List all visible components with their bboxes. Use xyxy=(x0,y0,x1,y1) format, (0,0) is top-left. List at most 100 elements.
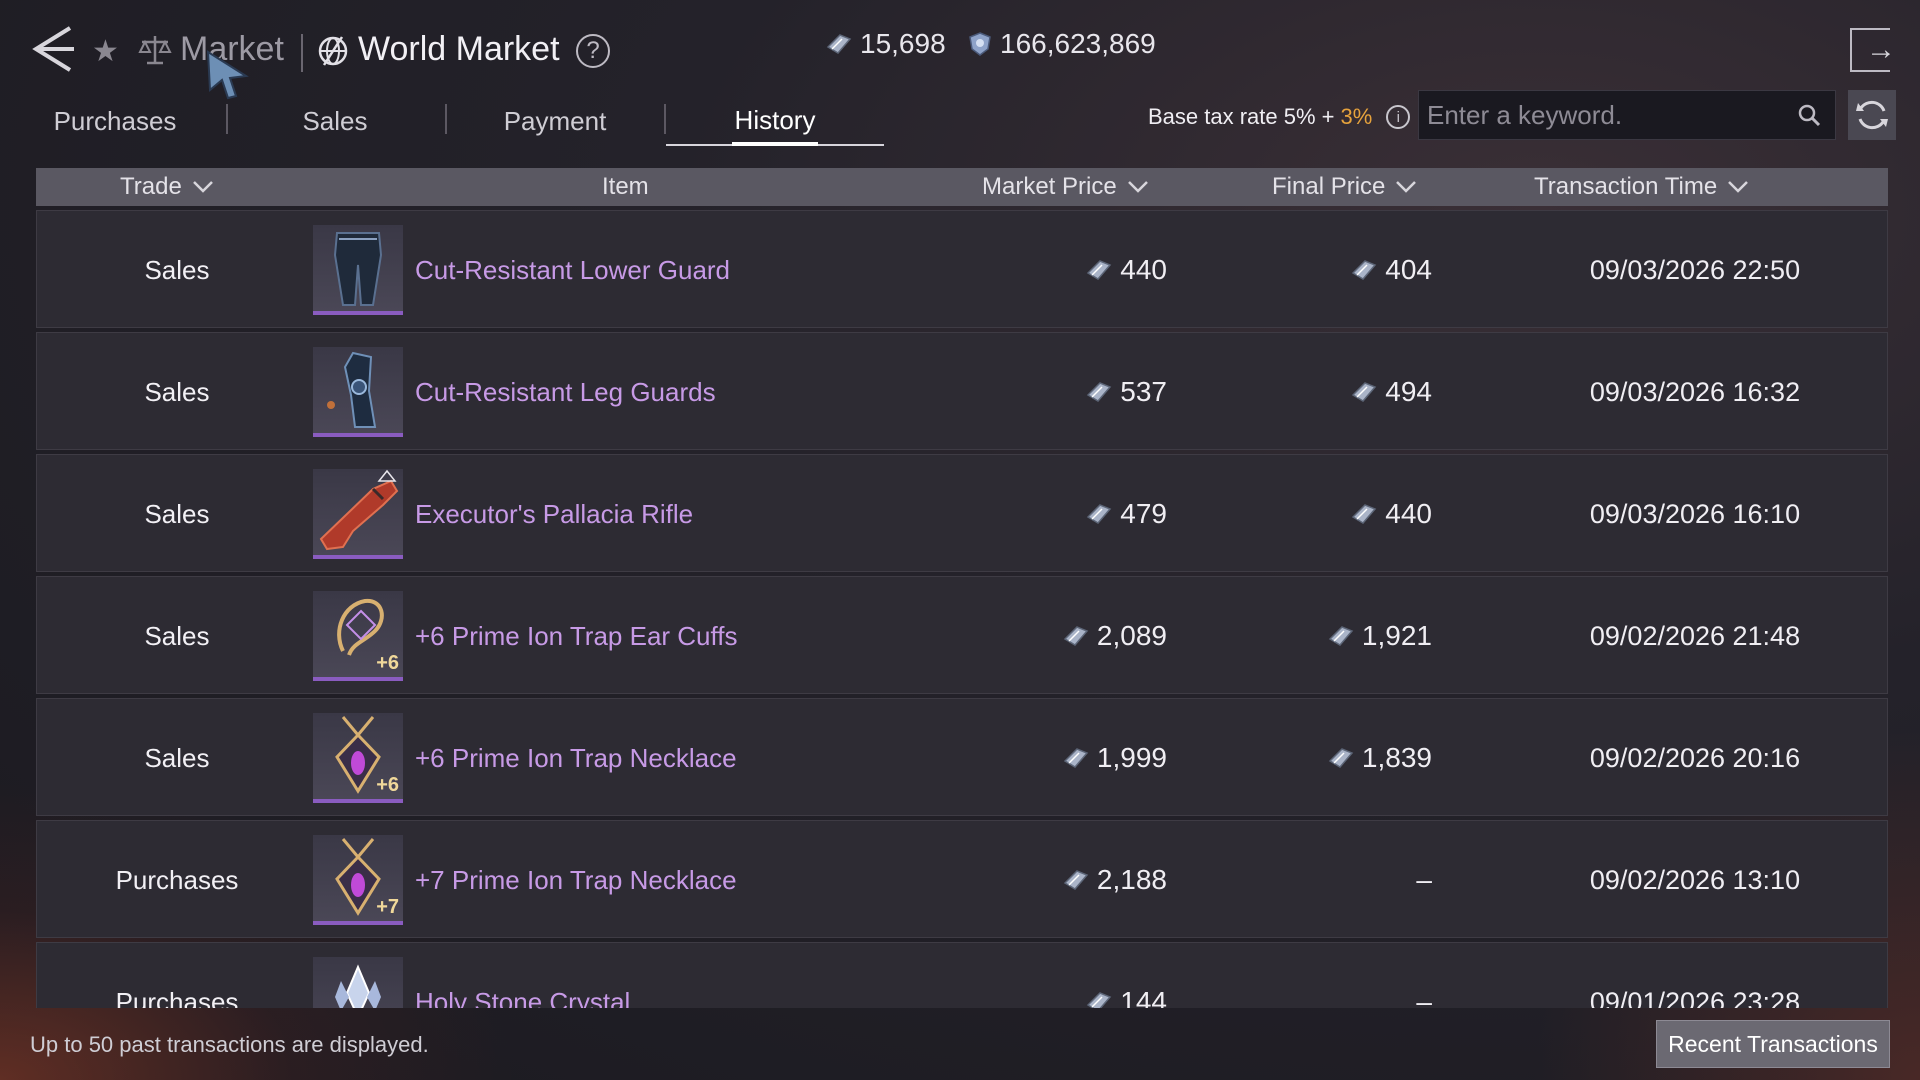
column-final-price-label: Final Price xyxy=(1272,173,1386,200)
market-price-value: 2,188 xyxy=(1096,864,1167,895)
market-price-value: 440 xyxy=(1120,254,1167,285)
favorite-star-icon[interactable]: ★ xyxy=(92,34,119,69)
silver-gem-icon xyxy=(1087,992,1112,1008)
item-name[interactable]: Executor's Pallacia Rifle xyxy=(415,455,693,573)
item-thumbnail xyxy=(313,347,403,437)
final-price-value: – xyxy=(1416,864,1432,895)
final-price: 1,921 xyxy=(1328,577,1432,695)
top-bar: ★ Market World Market ? 15,698 166,623,8… xyxy=(0,0,1920,100)
help-icon[interactable]: ? xyxy=(576,34,610,68)
final-price: – xyxy=(1416,943,1432,1008)
item-name[interactable]: Cut-Resistant Leg Guards xyxy=(415,333,716,451)
back-button[interactable] xyxy=(28,24,78,74)
final-price-value: 494 xyxy=(1385,376,1432,407)
market-price-value: 1,999 xyxy=(1096,742,1167,773)
column-final-price[interactable]: Final Price xyxy=(1272,168,1417,206)
search-icon[interactable] xyxy=(1797,103,1821,127)
table-row[interactable]: Sales +6 +6 Prime Ion Trap Necklace 1,99… xyxy=(36,698,1888,816)
final-price-value: 1,839 xyxy=(1361,742,1432,773)
silver-gem-icon xyxy=(1352,504,1377,524)
final-price: 440 xyxy=(1351,455,1432,573)
transaction-time: 09/02/2026 20:16 xyxy=(1589,742,1801,773)
final-price-value: 404 xyxy=(1385,254,1432,285)
column-item: Item xyxy=(602,168,649,206)
trade-type: Sales xyxy=(144,376,210,407)
trade-type: Purchases xyxy=(115,864,239,895)
item-name[interactable]: Holy Stone Crystal xyxy=(415,943,630,1009)
item-name[interactable]: +6 Prime Ion Trap Necklace xyxy=(415,699,737,817)
shield-coin-icon xyxy=(969,32,991,56)
history-table: Trade Item Market Price Final Price Tran… xyxy=(36,168,1888,1008)
recent-transactions-button[interactable]: Recent Transactions xyxy=(1656,1020,1890,1068)
rifle-icon xyxy=(319,469,399,551)
silver-gem-icon xyxy=(1063,870,1089,890)
crystal-icon xyxy=(335,964,381,1008)
item-name[interactable]: +6 Prime Ion Trap Ear Cuffs xyxy=(415,577,738,695)
trade-type: Sales xyxy=(144,620,210,651)
exit-button[interactable]: → xyxy=(1850,28,1896,72)
column-trade-label: Trade xyxy=(120,173,182,200)
silver-currency: 15,698 xyxy=(826,28,946,60)
final-price: 404 xyxy=(1351,211,1432,329)
column-item-label: Item xyxy=(602,173,649,200)
silver-amount: 15,698 xyxy=(860,28,946,59)
header-divider xyxy=(301,34,303,72)
tax-base-label: Base tax rate 5% + xyxy=(1148,104,1335,129)
silver-gem-icon xyxy=(826,34,852,54)
transaction-time: 09/03/2026 16:10 xyxy=(1589,498,1801,529)
world-globe-icon xyxy=(316,34,350,73)
tab-purchases[interactable]: Purchases xyxy=(20,96,210,146)
sort-chevron-icon xyxy=(1127,181,1148,193)
silver-gem-icon xyxy=(1063,626,1089,646)
final-price: 1,839 xyxy=(1328,699,1432,817)
info-icon[interactable]: i xyxy=(1386,105,1411,129)
tab-separator xyxy=(226,104,228,134)
silver-gem-icon xyxy=(1063,748,1089,768)
item-name[interactable]: +7 Prime Ion Trap Necklace xyxy=(415,821,737,939)
market-price: 144 xyxy=(1086,943,1167,1008)
market-price: 2,188 xyxy=(1063,821,1167,939)
item-thumbnail xyxy=(313,225,403,315)
tab-payment[interactable]: Payment xyxy=(460,96,650,146)
table-row[interactable]: Sales Cut-Resistant Leg Guards 537 494 0… xyxy=(36,332,1888,450)
item-name[interactable]: Cut-Resistant Lower Guard xyxy=(415,211,730,329)
final-price-value: 440 xyxy=(1385,498,1432,529)
column-transaction-time[interactable]: Transaction Time xyxy=(1534,168,1749,206)
tab-bar: Purchases Sales Payment History xyxy=(0,96,900,148)
table-row[interactable]: Purchases Holy Stone Crystal 144 – 09/01… xyxy=(36,942,1888,1008)
silver-gem-icon xyxy=(1087,504,1112,524)
silver-gem-icon xyxy=(1352,382,1377,402)
table-row[interactable]: Purchases +7 +7 Prime Ion Trap Necklace … xyxy=(36,820,1888,938)
tab-sales[interactable]: Sales xyxy=(240,96,430,146)
silver-gem-icon xyxy=(1328,626,1354,646)
table-row[interactable]: Sales +6 +6 Prime Ion Trap Ear Cuffs 2,0… xyxy=(36,576,1888,694)
scale-icon xyxy=(138,34,172,71)
table-row[interactable]: Sales Executor's Pallacia Rifle 479 440 … xyxy=(36,454,1888,572)
sort-chevron-icon xyxy=(192,181,213,193)
table-body: Sales Cut-Resistant Lower Guard 440 404 … xyxy=(36,210,1888,1008)
sort-chevron-icon xyxy=(1396,181,1417,193)
refresh-icon xyxy=(1856,100,1888,130)
table-row[interactable]: Sales Cut-Resistant Lower Guard 440 404 … xyxy=(36,210,1888,328)
trade-type: Sales xyxy=(144,254,210,285)
footer-note: Up to 50 past transactions are displayed… xyxy=(30,1032,429,1057)
search-input[interactable] xyxy=(1427,99,1777,131)
market-price-value: 479 xyxy=(1120,498,1167,529)
page-title: World Market xyxy=(358,30,560,68)
search-box xyxy=(1418,90,1836,140)
tab-history[interactable]: History xyxy=(666,96,884,146)
item-thumbnail: +6 xyxy=(313,591,403,681)
column-trade[interactable]: Trade xyxy=(120,168,214,206)
trade-type: Sales xyxy=(144,498,210,529)
market-price: 479 xyxy=(1086,455,1167,573)
tab-separator xyxy=(445,104,447,134)
tax-rate: Base tax rate 5% + 3% i xyxy=(1148,104,1411,130)
refresh-button[interactable] xyxy=(1848,90,1896,140)
enhancement-level: +6 xyxy=(376,774,399,796)
transaction-time: 09/03/2026 22:50 xyxy=(1589,254,1801,285)
exit-arrow-icon: → xyxy=(1866,33,1896,66)
market-price-value: 144 xyxy=(1120,986,1167,1008)
silver-gem-icon xyxy=(1087,260,1112,280)
tax-extra-label: 3% xyxy=(1340,104,1373,129)
column-market-price[interactable]: Market Price xyxy=(982,168,1149,206)
